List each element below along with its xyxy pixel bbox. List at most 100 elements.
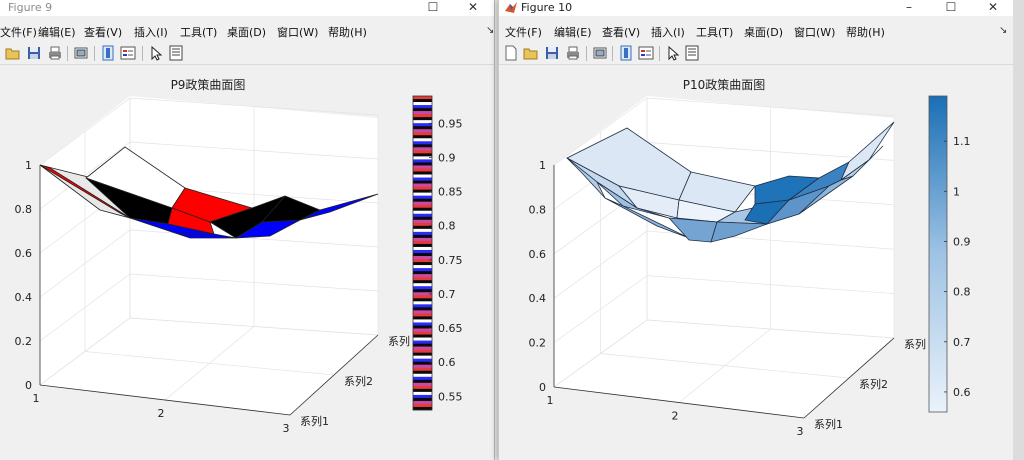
window-title: Figure 9 (8, 1, 53, 14)
colorbar-stripe (413, 246, 432, 251)
menu-edit[interactable]: 编辑(E) (38, 24, 76, 40)
menu-desktop[interactable]: 桌面(D) (744, 24, 783, 40)
menu-dock-arrow-icon[interactable]: ↘ (999, 25, 1007, 36)
colorbar-stripe (413, 343, 432, 347)
colorbar-stripe (413, 265, 432, 269)
colorbar-stripe (413, 147, 432, 151)
colorbar-tick-label: 1 (953, 185, 960, 198)
menu-file[interactable]: 文件(F) (505, 24, 542, 40)
colorbar-stripe (413, 108, 432, 112)
open-file-icon[interactable] (5, 45, 21, 61)
colorbar-stripe (413, 210, 432, 215)
toolbar-separator (94, 46, 95, 61)
menu-view[interactable]: 查看(V) (602, 24, 640, 40)
menu-file[interactable]: 文件(F) (0, 24, 37, 40)
colorbar-stripe (413, 225, 432, 230)
colorbar-stripe (413, 262, 432, 266)
z-tick-label: 0.6 (529, 248, 547, 261)
colorbar-stripe (413, 304, 432, 308)
close-button[interactable]: ✕ (458, 0, 488, 16)
toolbar-separator (142, 46, 143, 61)
menu-edit[interactable]: 编辑(E) (554, 24, 592, 40)
background-window-edge (1013, 0, 1024, 460)
insert-legend-icon[interactable] (120, 45, 136, 61)
colorbar-stripe (413, 289, 432, 293)
menu-tools[interactable]: 工具(T) (180, 24, 217, 40)
toolbar (0, 42, 494, 65)
colorbar-tick-label: 0.85 (438, 186, 463, 199)
menu-window[interactable]: 窗口(W) (277, 24, 318, 40)
colorbar-stripe (413, 159, 432, 163)
colorbar-stripe (413, 328, 432, 332)
colorbar-stripe (413, 331, 432, 335)
insert-colorbar-icon[interactable] (618, 45, 634, 61)
colorbar-stripe (413, 277, 432, 281)
menu-help[interactable]: 帮助(H) (328, 24, 367, 40)
colorbar-tick-label: 0.6 (438, 356, 456, 369)
menu-dock-arrow-icon[interactable]: ↘ (486, 25, 494, 36)
colorbar-tick-label: 0.8 (953, 286, 971, 299)
z-tick-label: 0.2 (15, 335, 33, 348)
menu-view[interactable]: 查看(V) (84, 24, 122, 40)
edit-plot-icon[interactable] (665, 45, 681, 61)
colorbar-stripe (413, 388, 432, 393)
colorbar-stripe (413, 403, 432, 408)
toolbar-separator (67, 46, 68, 61)
plot-title: P9政策曲面图 (171, 78, 246, 92)
colorbar-stripe (413, 382, 432, 387)
new-figure-icon[interactable] (503, 45, 519, 61)
maximize-button[interactable]: ☐ (418, 0, 448, 16)
colorbar-stripe (413, 141, 432, 145)
colorbar-tick-label: 0.6 (953, 386, 971, 399)
colorbar-tick-label: 0.55 (438, 390, 463, 403)
print-icon[interactable] (565, 45, 581, 61)
colorbar-stripe (413, 376, 432, 381)
z-tick-label: 0.4 (529, 292, 547, 305)
maximize-button[interactable]: ☐ (936, 0, 966, 16)
colorbar-stripe (413, 400, 432, 405)
toolbar-separator (659, 46, 660, 61)
print-icon[interactable] (47, 45, 63, 61)
matlab-logo-icon (505, 2, 517, 13)
menu-help[interactable]: 帮助(H) (846, 24, 885, 40)
colorbar-tick-label: 0.95 (438, 117, 463, 130)
colorbar-stripe (413, 219, 432, 224)
close-button[interactable]: ✕ (978, 0, 1008, 16)
colorbar-stripe (413, 156, 432, 160)
menu-window[interactable]: 窗口(W) (794, 24, 835, 40)
menu-insert[interactable]: 插入(I) (134, 24, 168, 40)
window-title: Figure 10 (521, 1, 573, 14)
colorbar-stripe (413, 144, 432, 148)
p10-surface-plot: 0 0.2 0.4 0.6 0.8 1 1 2 3 系列1 系列2 系列 P10政策曲面图 1.1 1 0… (529, 78, 971, 438)
colorbar-stripe (413, 162, 432, 166)
menu-insert[interactable]: 插入(I) (651, 24, 685, 40)
edit-plot-icon[interactable] (148, 45, 164, 61)
y-tick-label: 系列1 (300, 414, 329, 428)
property-inspector-icon[interactable] (684, 45, 700, 61)
plot-title: P10政策曲面图 (683, 78, 766, 92)
save-icon[interactable] (26, 45, 42, 61)
colorbar-stripe (413, 286, 432, 290)
save-icon[interactable] (544, 45, 560, 61)
colorbar-stripe (413, 364, 432, 369)
property-inspector-icon[interactable] (168, 45, 184, 61)
link-plot-icon[interactable] (73, 45, 89, 61)
colorbar-stripe (413, 334, 432, 338)
minimize-button[interactable]: – (894, 0, 924, 16)
colorbar-tick-label: 0.9 (438, 151, 456, 164)
colorbar-stripe (413, 358, 432, 362)
insert-colorbar-icon[interactable] (100, 45, 116, 61)
menu-desktop[interactable]: 桌面(D) (227, 24, 266, 40)
menu-tools[interactable]: 工具(T) (696, 24, 733, 40)
z-tick-label: 0 (539, 381, 546, 394)
colorbar-stripe (413, 346, 432, 350)
open-file-icon[interactable] (523, 45, 539, 61)
colorbar-stripe (413, 180, 432, 184)
colorbar-stripe (413, 132, 432, 136)
insert-legend-icon[interactable] (638, 45, 654, 61)
colorbar-tick-label: 0.7 (438, 288, 456, 301)
colorbar-stripe (413, 280, 432, 284)
colorbar-stripe (413, 349, 432, 353)
colorbar-ticks: 1.1 1 0.9 0.8 0.7 0.6 (944, 135, 971, 399)
link-plot-icon[interactable] (592, 45, 608, 61)
